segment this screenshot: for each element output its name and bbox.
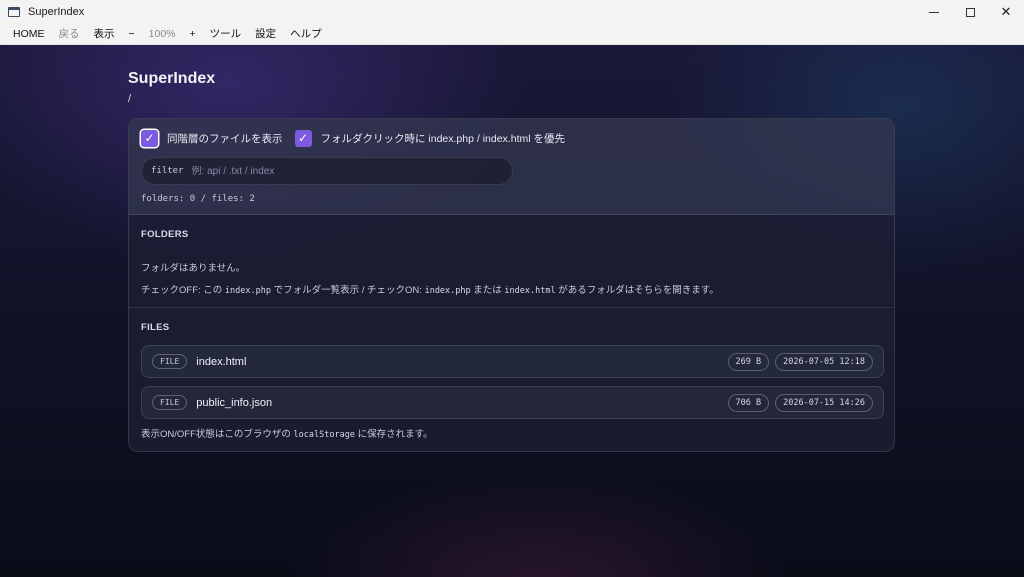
menu-bar: HOME 戻る 表示 − 100% + ツール 設定 ヘルプ (0, 24, 1024, 45)
show-same-level-checkbox[interactable]: ✓ (141, 129, 158, 147)
minimize-icon (929, 11, 939, 13)
page-title: SuperIndex (128, 70, 216, 87)
file-row[interactable]: FILE public_info.json 706 B 2026-07-15 1… (141, 386, 884, 419)
prefer-index-label[interactable]: フォルダクリック時に index.php / index.html を優先 (321, 131, 565, 146)
menu-zoom-in[interactable]: + (183, 24, 203, 45)
window-title: SuperIndex (28, 6, 85, 18)
file-size: 269 B (727, 352, 770, 371)
menu-help[interactable]: ヘルプ (283, 24, 329, 45)
page-content: SuperIndex / ✓ 同階層のファイルを表示 ✓ フォルダクリック時に … (0, 45, 1024, 577)
maximize-icon (965, 7, 975, 17)
file-meta: 269 B 2026-07-05 12:18 (722, 352, 873, 371)
file-name[interactable]: index.html (196, 356, 246, 368)
prefer-index-checkbox[interactable]: ✓ (294, 129, 312, 147)
window-controls: ✕ (916, 0, 1024, 24)
maximize-button[interactable] (952, 0, 988, 24)
section-divider (129, 307, 894, 308)
file-date: 2026-07-15 14:26 (775, 393, 873, 412)
note-code: index.html (504, 286, 556, 296)
title-bar: SuperIndex ✕ (0, 0, 1024, 24)
note-text: チェックOFF: この (141, 285, 225, 296)
file-row[interactable]: FILE index.html 269 B 2026-07-05 12:18 (141, 345, 884, 378)
files-heading: FILES (141, 322, 170, 333)
menu-back[interactable]: 戻る (52, 24, 87, 45)
controls-area: ✓ 同階層のファイルを表示 ✓ フォルダクリック時に index.php / i… (129, 119, 894, 215)
close-button[interactable]: ✕ (988, 0, 1024, 24)
item-counts: folders: 0 / files: 2 (141, 194, 255, 204)
note-text: に保存されます。 (354, 429, 433, 440)
menu-tools[interactable]: ツール (203, 24, 249, 45)
folders-empty-text: フォルダはありません。 (141, 263, 246, 274)
current-path: / (128, 93, 132, 105)
show-same-level-label[interactable]: 同階層のファイルを表示 (167, 131, 283, 146)
menu-zoom-level: 100% (148, 27, 176, 40)
note-code: index.php (224, 286, 271, 296)
checkmark-icon: ✓ (297, 131, 309, 145)
note-code: localStorage (293, 430, 355, 440)
options-row: ✓ 同階層のファイルを表示 ✓ フォルダクリック時に index.php / i… (141, 129, 577, 147)
minimize-button[interactable] (916, 0, 952, 24)
app-window-icon (8, 7, 20, 17)
folder-behavior-note: チェックOFF: この index.php でフォルダ一覧表示 / チェックON… (141, 282, 719, 296)
note-code: index.php (424, 286, 471, 296)
file-meta: 706 B 2026-07-15 14:26 (722, 393, 873, 412)
note-text: または (470, 285, 505, 296)
storage-note: 表示ON/OFF状態はこのブラウザの localStorage に保存されます。 (141, 426, 433, 440)
filter-box[interactable]: filter (141, 157, 513, 185)
menu-view[interactable]: 表示 (87, 24, 122, 45)
menu-home[interactable]: HOME (6, 24, 52, 45)
menu-settings[interactable]: 設定 (248, 24, 283, 45)
index-panel: ✓ 同階層のファイルを表示 ✓ フォルダクリック時に index.php / i… (128, 118, 895, 452)
file-date: 2026-07-05 12:18 (775, 352, 873, 371)
checkmark-icon: ✓ (144, 131, 155, 145)
filter-input[interactable] (191, 165, 492, 177)
filter-tag: filter (151, 166, 184, 176)
note-text: 表示ON/OFF状態はこのブラウザの (141, 429, 294, 440)
close-icon: ✕ (1000, 4, 1012, 19)
note-text: でフォルダ一覧表示 / チェックON: (270, 285, 425, 296)
file-type-badge: FILE (152, 354, 188, 369)
menu-zoom-out[interactable]: − (122, 24, 142, 45)
note-text: があるフォルダはそちらを開きます。 (555, 285, 719, 296)
folders-heading: FOLDERS (141, 229, 189, 240)
file-name[interactable]: public_info.json (196, 397, 272, 409)
file-type-badge: FILE (152, 395, 188, 410)
file-size: 706 B (727, 393, 770, 412)
